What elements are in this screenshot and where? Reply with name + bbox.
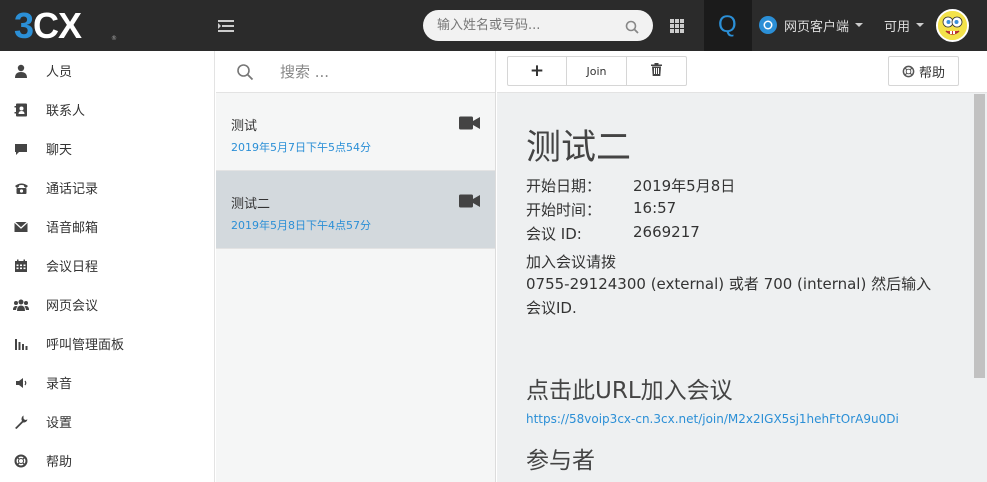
logo-cx: CX	[33, 5, 82, 46]
envelope-icon	[12, 218, 30, 236]
meeting-time: 2019年5月7日下午5点54分	[231, 141, 371, 154]
meeting-id-row: 会议 ID: 2669217	[526, 223, 700, 244]
chevron-down-icon	[916, 23, 925, 27]
sidebar-item-call-dashboard[interactable]: 呼叫管理面板	[0, 324, 215, 363]
dial-in-heading: 加入会议请拨	[526, 253, 617, 271]
sidebar-item-settings[interactable]: 设置	[0, 402, 215, 441]
participants-heading: 参与者	[526, 448, 595, 474]
meeting-name: 测试二	[231, 197, 271, 212]
start-date-row: 开始日期： 2019年5月8日	[526, 175, 735, 196]
meeting-name: 测试	[231, 119, 258, 134]
start-time-row: 开始时间： 16:57	[526, 199, 676, 220]
menu-toggle-icon[interactable]	[218, 18, 234, 32]
person-icon	[12, 62, 30, 80]
join-url-heading: 点击此URL加入会议	[526, 378, 733, 404]
meeting-id-label: 会议 ID:	[526, 225, 582, 243]
contacts-icon	[12, 101, 30, 119]
start-date-value: 2019年5月8日	[633, 177, 736, 195]
logo-three: 3	[14, 5, 34, 46]
sidebar-item-label: 设置	[46, 416, 73, 431]
calendar-icon	[12, 257, 30, 275]
web-client-label: 网页客户端	[784, 19, 850, 35]
lifebuoy-icon	[12, 452, 30, 470]
dial-in-instructions: 0755-29124300 (external) 或者 700 (interna…	[526, 275, 932, 317]
search-icon[interactable]	[625, 19, 639, 34]
phone-icon	[12, 179, 30, 197]
detail-toolbar: + Join 帮助	[497, 51, 987, 93]
chrome-icon	[758, 15, 778, 35]
sidebar: 人员 联系人 聊天 通话记录 语音邮箱 会议日程 网页会议 呼叫管理面板 录音 …	[0, 51, 215, 482]
delete-button[interactable]	[626, 56, 687, 86]
sidebar-item-help[interactable]: 帮助	[0, 441, 215, 480]
meeting-list-panel: 测试 2019年5月7日下午5点54分 测试二 2019年5月8日下午4点57分	[216, 51, 496, 482]
sidebar-item-recordings[interactable]: 录音	[0, 363, 215, 402]
trash-icon	[651, 63, 662, 79]
meeting-search	[216, 51, 495, 93]
start-time-label: 开始时间：	[526, 201, 602, 219]
add-meeting-button[interactable]: +	[507, 56, 567, 86]
search-icon[interactable]	[236, 63, 254, 81]
status-dropdown[interactable]: 可用	[884, 14, 925, 36]
users-icon	[12, 296, 30, 314]
meeting-title: 测试二	[526, 128, 632, 168]
web-client-dropdown[interactable]: 网页客户端	[758, 14, 864, 36]
scrollbar-thumb[interactable]	[974, 94, 985, 378]
meeting-list-item[interactable]: 测试 2019年5月7日下午5点54分	[216, 93, 495, 171]
sidebar-item-people[interactable]: 人员	[0, 51, 215, 90]
speaker-icon	[12, 374, 30, 392]
meeting-time: 2019年5月8日下午4点57分	[231, 219, 371, 232]
sidebar-item-label: 聊天	[46, 143, 73, 158]
avatar[interactable]	[936, 9, 969, 42]
meeting-id-value: 2669217	[633, 223, 700, 241]
meeting-list-item-selected[interactable]: 测试二 2019年5月8日下午4点57分	[216, 171, 495, 249]
sidebar-item-label: 录音	[46, 377, 73, 392]
start-time-value: 16:57	[633, 199, 677, 217]
meeting-detail-panel: + Join 帮助 测试二 开始日期： 2019年5月8日 开始时间： 16:5…	[497, 51, 987, 482]
video-camera-icon	[459, 193, 480, 208]
chevron-down-icon	[855, 23, 864, 27]
meeting-search-input[interactable]	[280, 61, 480, 83]
top-bar: 3CX ® Q 网页客	[0, 0, 987, 51]
join-button[interactable]: Join	[566, 56, 627, 86]
apps-grid-icon[interactable]	[669, 18, 685, 34]
queue-button[interactable]: Q	[704, 0, 752, 51]
sidebar-item-label: 会议日程	[46, 260, 99, 275]
lifebuoy-icon	[902, 65, 915, 77]
sidebar-item-call-log[interactable]: 通话记录	[0, 168, 215, 207]
sidebar-item-voicemail[interactable]: 语音邮箱	[0, 207, 215, 246]
3cx-logo[interactable]: 3CX ®	[14, 5, 117, 46]
join-url-link[interactable]: https://58voip3cx-cn.3cx.net/join/M2x2IG…	[526, 412, 899, 426]
start-date-label: 开始日期：	[526, 177, 602, 195]
sidebar-item-meeting-schedule[interactable]: 会议日程	[0, 246, 215, 285]
sidebar-item-label: 帮助	[46, 455, 73, 470]
global-search[interactable]	[423, 10, 653, 41]
bar-chart-icon	[12, 335, 30, 353]
sidebar-item-label: 语音邮箱	[46, 221, 99, 236]
sidebar-item-label: 呼叫管理面板	[46, 338, 125, 353]
chat-icon	[12, 140, 30, 158]
sidebar-item-chat[interactable]: 聊天	[0, 129, 215, 168]
wrench-icon	[12, 413, 30, 431]
help-button[interactable]: 帮助	[888, 56, 959, 86]
video-camera-icon	[459, 115, 480, 130]
logo-registered-mark: ®	[111, 35, 117, 42]
sidebar-item-web-meeting[interactable]: 网页会议	[0, 285, 215, 324]
sidebar-item-label: 网页会议	[46, 299, 99, 314]
sidebar-item-label: 人员	[46, 65, 73, 80]
global-search-input[interactable]	[437, 16, 627, 35]
sidebar-item-label: 通话记录	[46, 182, 99, 197]
sidebar-item-label: 联系人	[46, 104, 86, 119]
status-label: 可用	[884, 19, 911, 35]
help-button-label: 帮助	[918, 65, 945, 81]
sidebar-item-contacts[interactable]: 联系人	[0, 90, 215, 129]
queue-letter: Q	[718, 11, 737, 38]
